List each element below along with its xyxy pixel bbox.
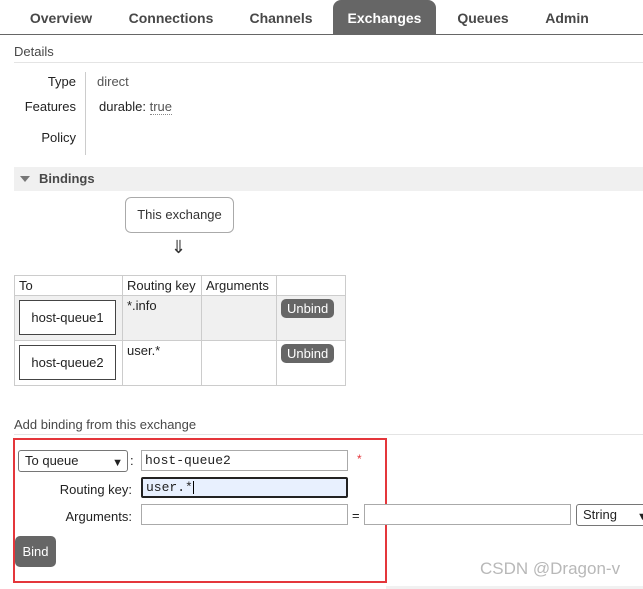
tab-channels[interactable]: Channels <box>236 0 326 34</box>
tab-overview[interactable]: Overview <box>14 0 108 34</box>
routing-key-label: Routing key: <box>59 482 132 497</box>
destination-colon: : <box>130 453 134 468</box>
routing-key-input[interactable]: user.* <box>141 477 348 498</box>
bindings-title: Bindings <box>39 171 95 186</box>
arguments-value-input[interactable] <box>364 504 571 525</box>
queue-link[interactable]: host-queue2 <box>19 345 116 380</box>
table-row: host-queue2 user.* Unbind <box>14 340 346 386</box>
arguments-cell <box>201 295 277 341</box>
bindings-header[interactable]: Bindings <box>14 167 643 191</box>
column-header-actions <box>276 275 346 296</box>
add-binding-title: Add binding from this exchange <box>14 417 197 432</box>
details-column-divider <box>85 72 86 155</box>
arguments-type-select[interactable]: String ▼ <box>576 504 643 526</box>
tab-queues[interactable]: Queues <box>444 0 522 34</box>
unbind-button[interactable]: Unbind <box>281 344 335 363</box>
features-label: Features <box>24 99 76 114</box>
arguments-label: Arguments: <box>65 509 132 524</box>
type-value: direct <box>97 74 129 89</box>
collapse-triangle-icon[interactable] <box>20 176 30 182</box>
policy-label: Policy <box>41 130 76 145</box>
equals-sign: = <box>352 508 360 523</box>
features-value: durable: true <box>99 99 173 115</box>
tab-connections[interactable]: Connections <box>121 0 221 34</box>
durable-key: durable: <box>99 99 146 114</box>
column-header-arguments: Arguments <box>201 275 277 296</box>
arrow-down-icon: ⇓ <box>171 237 187 257</box>
tab-admin[interactable]: Admin <box>533 0 601 34</box>
text-caret <box>192 481 194 495</box>
destination-input[interactable]: host-queue2 <box>141 450 348 471</box>
main-tabs: Overview Connections Channels Exchanges … <box>0 0 643 35</box>
destination-type-select[interactable]: To queue ▼ <box>18 450 128 472</box>
queue-link[interactable]: host-queue1 <box>19 300 116 335</box>
column-header-to: To <box>14 275 123 296</box>
destination-type-value: To queue <box>25 453 79 468</box>
arguments-cell <box>201 340 277 386</box>
type-label: Type <box>47 74 76 89</box>
table-row: host-queue1 *.info Unbind <box>14 295 346 341</box>
bindings-table: To Routing key Arguments host-queue1 *.i… <box>14 275 346 386</box>
details-divider <box>14 62 643 63</box>
bind-button[interactable]: Bind <box>15 536 56 567</box>
tab-exchanges[interactable]: Exchanges <box>333 0 436 34</box>
arguments-key-input[interactable] <box>141 504 348 525</box>
watermark: CSDN @Dragon-v <box>480 559 621 578</box>
column-header-routing-key: Routing key <box>122 275 202 296</box>
routing-key-input-value: user.* <box>146 480 193 495</box>
required-marker: * <box>357 452 362 466</box>
details-title: Details <box>14 44 54 59</box>
unbind-button[interactable]: Unbind <box>281 299 335 318</box>
durable-value: true <box>149 99 173 115</box>
routing-key-cell: user.* <box>122 340 202 386</box>
add-binding-divider <box>14 434 643 435</box>
this-exchange-box: This exchange <box>125 197 234 233</box>
chevron-down-icon: ▼ <box>112 457 123 469</box>
routing-key-cell: *.info <box>122 295 202 341</box>
arguments-type-value: String <box>583 507 617 522</box>
chevron-down-icon: ▼ <box>637 511 643 523</box>
